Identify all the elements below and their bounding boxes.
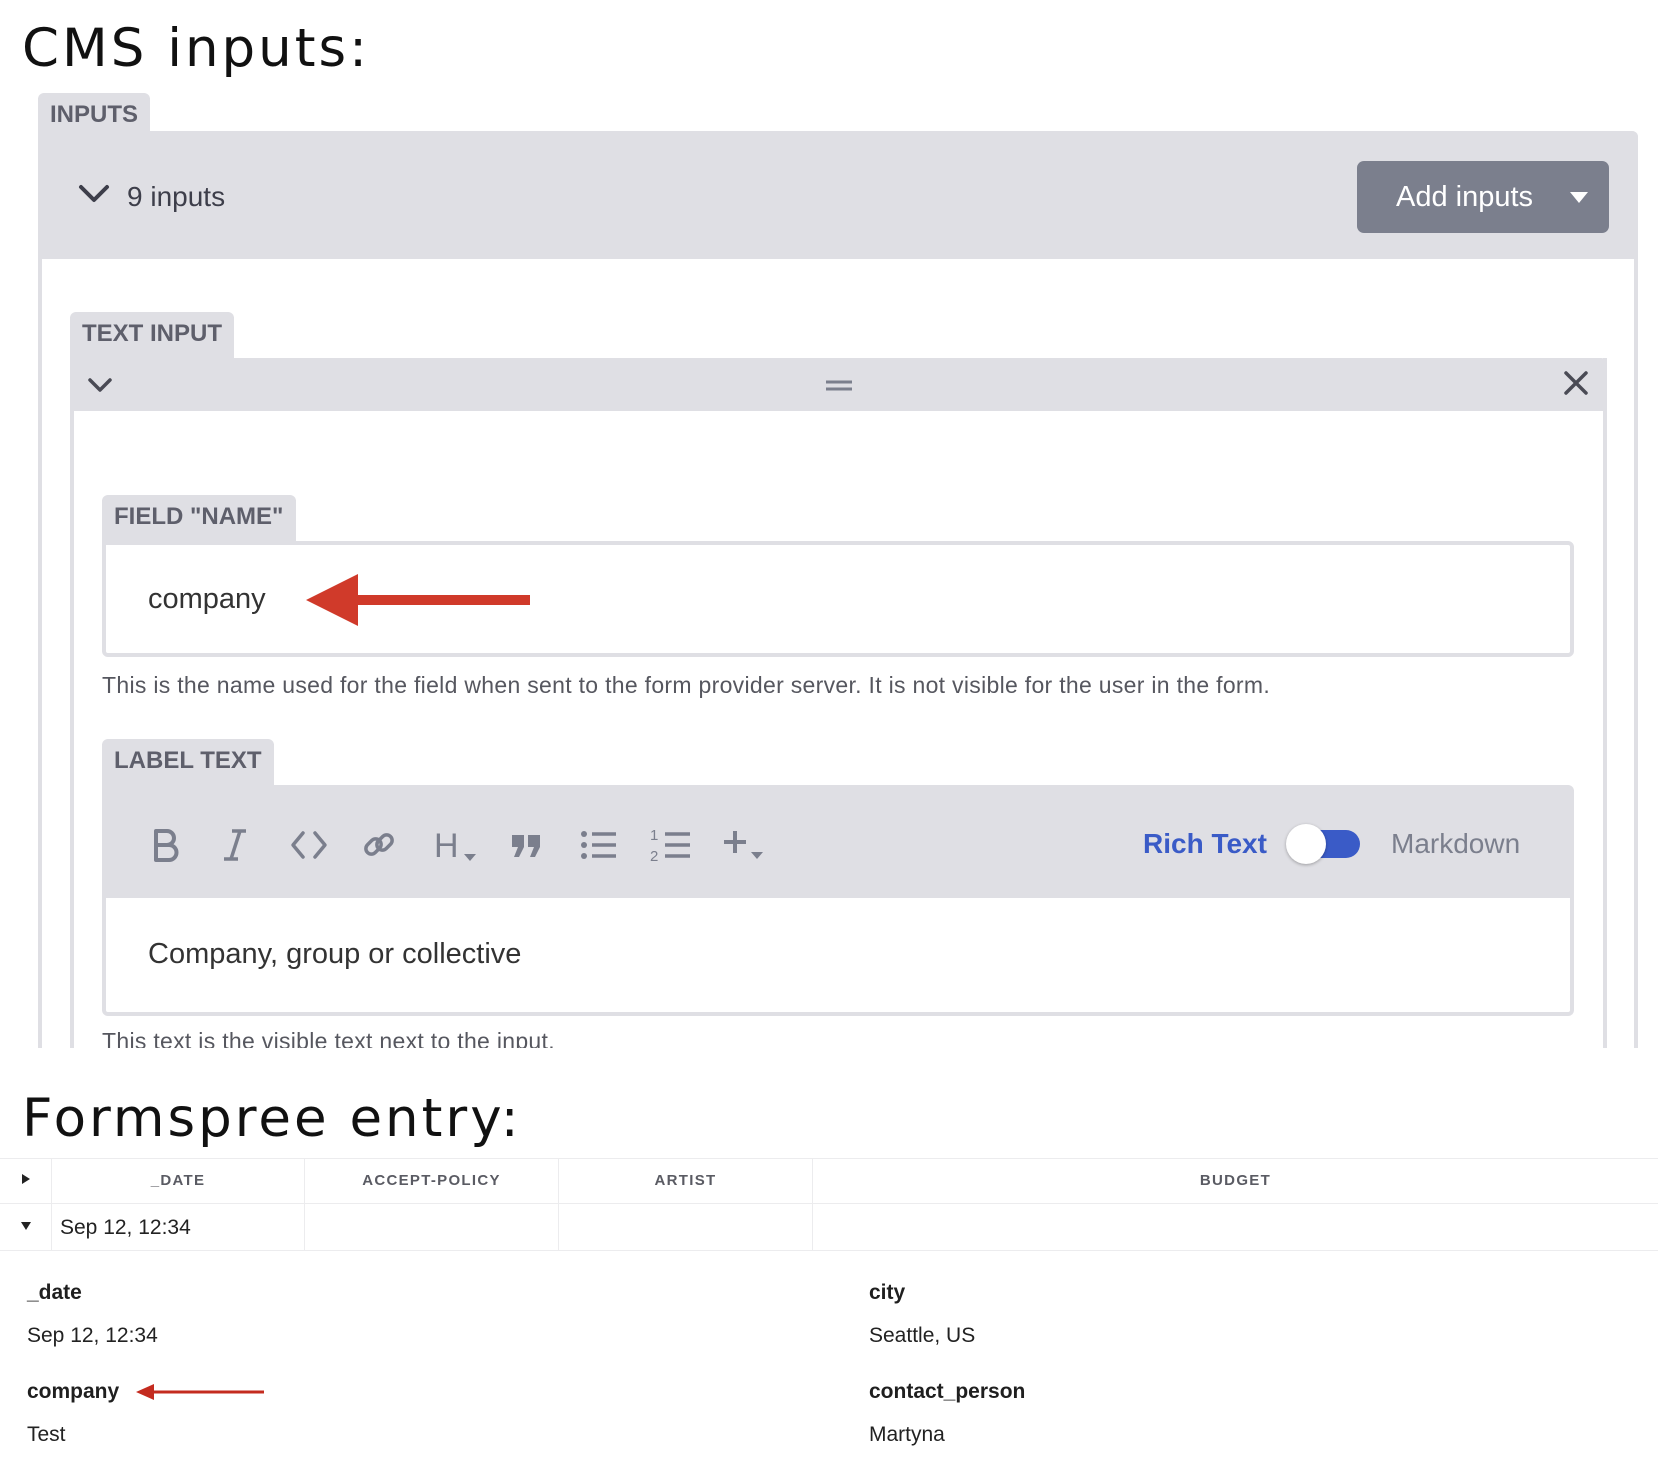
toggle-knob — [1286, 824, 1326, 864]
heading-glyph: H — [434, 827, 459, 865]
add-inputs-button[interactable]: Add inputs — [1357, 161, 1609, 233]
chevron-down-icon[interactable] — [86, 373, 114, 397]
field-name-value: company — [148, 583, 266, 615]
editor-mode-toggle[interactable] — [1286, 824, 1360, 864]
field-name-help-text: This is the name used for the field when… — [102, 672, 1271, 698]
detail-label-date: _date — [27, 1281, 82, 1304]
table-divider — [0, 1158, 1658, 1159]
column-header-accept-policy[interactable]: ACCEPT-POLICY — [305, 1172, 558, 1189]
rich-text-label[interactable]: Rich Text — [1143, 828, 1267, 860]
formspree-entry-heading: Formspree entry: — [22, 1088, 522, 1149]
bold-icon[interactable] — [150, 825, 180, 865]
label-text-editor[interactable]: Company, group or collective — [102, 898, 1574, 1016]
caret-down-icon — [1570, 192, 1588, 203]
column-header-artist[interactable]: ARTIST — [559, 1172, 812, 1189]
label-text-tab: LABEL TEXT — [102, 739, 274, 785]
cms-inputs-screenshot: INPUTS 9 inputs Add inputs TEXT INPUT FI… — [0, 0, 1658, 1048]
numbered-list-icon[interactable]: 1 2 — [650, 825, 692, 865]
bulleted-list-icon[interactable] — [580, 825, 618, 865]
add-inputs-label: Add inputs — [1396, 181, 1534, 213]
table-row-date[interactable]: Sep 12, 12:34 — [60, 1216, 191, 1240]
link-icon[interactable] — [362, 825, 396, 865]
field-name-tab: FIELD "NAME" — [102, 495, 296, 541]
detail-label-company: company — [27, 1380, 120, 1403]
column-header-budget[interactable]: BUDGET — [813, 1172, 1658, 1189]
text-input-tab: TEXT INPUT — [70, 312, 234, 358]
caret-right-icon[interactable] — [21, 1173, 31, 1185]
italic-icon[interactable] — [222, 825, 248, 865]
add-icon[interactable] — [723, 825, 765, 865]
annotation-arrow-icon — [306, 574, 530, 626]
detail-value-date: Sep 12, 12:34 — [27, 1324, 158, 1347]
table-divider — [0, 1250, 1658, 1251]
code-icon[interactable] — [290, 825, 328, 865]
numbered-list-glyph-1: 1 — [650, 827, 658, 844]
label-text-value: Company, group or collective — [148, 938, 522, 970]
inputs-count[interactable]: 9 inputs — [127, 181, 225, 213]
close-icon[interactable] — [1563, 370, 1589, 396]
quote-icon[interactable] — [509, 825, 543, 865]
detail-value-company: Test — [27, 1423, 66, 1446]
annotation-arrow-icon — [136, 1384, 264, 1400]
heading-icon[interactable]: H — [433, 825, 479, 865]
chevron-down-icon[interactable] — [76, 178, 112, 208]
label-text-help-text: This text is the visible text next to th… — [102, 1028, 555, 1048]
detail-label-contact-person: contact_person — [869, 1380, 1026, 1403]
detail-value-contact-person: Martyna — [869, 1423, 945, 1446]
numbered-list-glyph-2: 2 — [650, 848, 658, 865]
table-divider — [0, 1203, 1658, 1204]
detail-label-city: city — [869, 1281, 906, 1304]
detail-value-city: Seattle, US — [869, 1324, 976, 1347]
caret-down-icon[interactable] — [20, 1221, 32, 1231]
drag-handle-icon[interactable] — [824, 378, 854, 392]
column-header-date[interactable]: _DATE — [52, 1172, 304, 1189]
markdown-label[interactable]: Markdown — [1391, 828, 1520, 860]
